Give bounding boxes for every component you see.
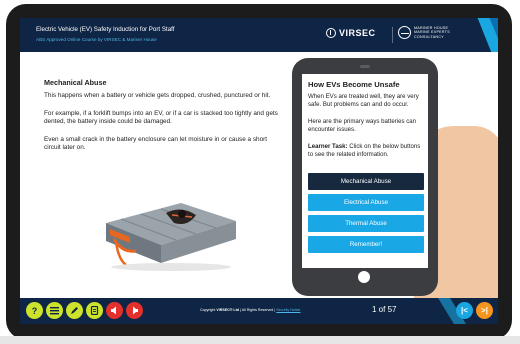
course-header: Electric Vehicle (EV) Safety Induction f… bbox=[20, 18, 498, 52]
electrical-abuse-button[interactable]: Electrical Abuse bbox=[308, 194, 424, 211]
battery-image bbox=[106, 203, 236, 271]
lesson-content: Mechanical Abuse This happens when a bat… bbox=[44, 78, 284, 162]
phone-camera bbox=[360, 65, 370, 68]
lesson-paragraph: For example, if a forklift bumps into an… bbox=[44, 109, 278, 126]
menu-button[interactable] bbox=[46, 302, 63, 319]
lesson-paragraph: This happens when a battery or vehicle g… bbox=[44, 92, 271, 99]
phone-issues-text: Here are the primary ways batteries can … bbox=[308, 118, 417, 133]
thermal-abuse-button[interactable]: Thermal Abuse bbox=[308, 215, 424, 232]
phone-home-button bbox=[358, 271, 370, 283]
learner-task-text: Learner Task: Click on the below buttons… bbox=[308, 143, 421, 158]
notes-icon bbox=[90, 306, 99, 315]
previous-page-button[interactable]: |< bbox=[456, 302, 473, 319]
next-page-button[interactable]: >| bbox=[476, 302, 493, 319]
mariner-house-text: MARINER HOUSE MARINE EXPERTS CONSULTANCY bbox=[414, 26, 450, 39]
security-notice-link[interactable]: Security Notice bbox=[276, 308, 300, 312]
virsec-logo: VIRSEC bbox=[326, 28, 376, 38]
lesson-paragraph: Even a small crack in the battery enclos… bbox=[44, 135, 268, 152]
help-button[interactable]: ? bbox=[26, 302, 43, 319]
mechanical-abuse-button[interactable]: Mechanical Abuse bbox=[308, 173, 424, 190]
lesson-heading: Mechanical Abuse bbox=[44, 78, 107, 87]
course-title: Electric Vehicle (EV) Safety Induction f… bbox=[36, 26, 175, 33]
mariner-house-mark-icon bbox=[398, 26, 411, 40]
course-subtitle: ABS Approved Online Course by VIRSEC & M… bbox=[36, 37, 157, 42]
bottom-edge bbox=[0, 336, 520, 344]
page-counter: 1 of 57 bbox=[372, 305, 397, 314]
virsec-mark-icon bbox=[326, 28, 336, 38]
audio-right-button[interactable] bbox=[126, 302, 143, 319]
audio-left-button[interactable] bbox=[106, 302, 123, 319]
next-icon: >| bbox=[481, 306, 488, 315]
notes-edit-button[interactable] bbox=[66, 302, 83, 319]
damaged-battery-illustration bbox=[96, 183, 246, 273]
phone-intro-text: When EVs are treated well, they are very… bbox=[308, 93, 419, 108]
virsec-wordmark: VIRSEC bbox=[339, 28, 376, 38]
audio-right-icon bbox=[133, 306, 138, 315]
remember-button[interactable]: Remember! bbox=[308, 236, 424, 253]
pencil-icon bbox=[71, 307, 78, 314]
help-icon: ? bbox=[31, 305, 38, 316]
tablet-device: Electric Vehicle (EV) Safety Induction f… bbox=[0, 0, 520, 344]
copyright-notice: Copyright VIRSEC® Ltd | All Rights Reser… bbox=[200, 308, 301, 312]
mariner-house-logo: MARINER HOUSE MARINE EXPERTS CONSULTANCY bbox=[398, 26, 450, 40]
logo-divider bbox=[392, 27, 393, 43]
previous-icon: |< bbox=[461, 306, 468, 315]
audio-left-icon bbox=[111, 306, 116, 315]
phone-panel-title: How EVs Become Unsafe bbox=[308, 80, 400, 89]
notepad-button[interactable] bbox=[86, 302, 103, 319]
menu-list-icon bbox=[50, 307, 59, 315]
course-screen: Electric Vehicle (EV) Safety Induction f… bbox=[20, 18, 498, 324]
